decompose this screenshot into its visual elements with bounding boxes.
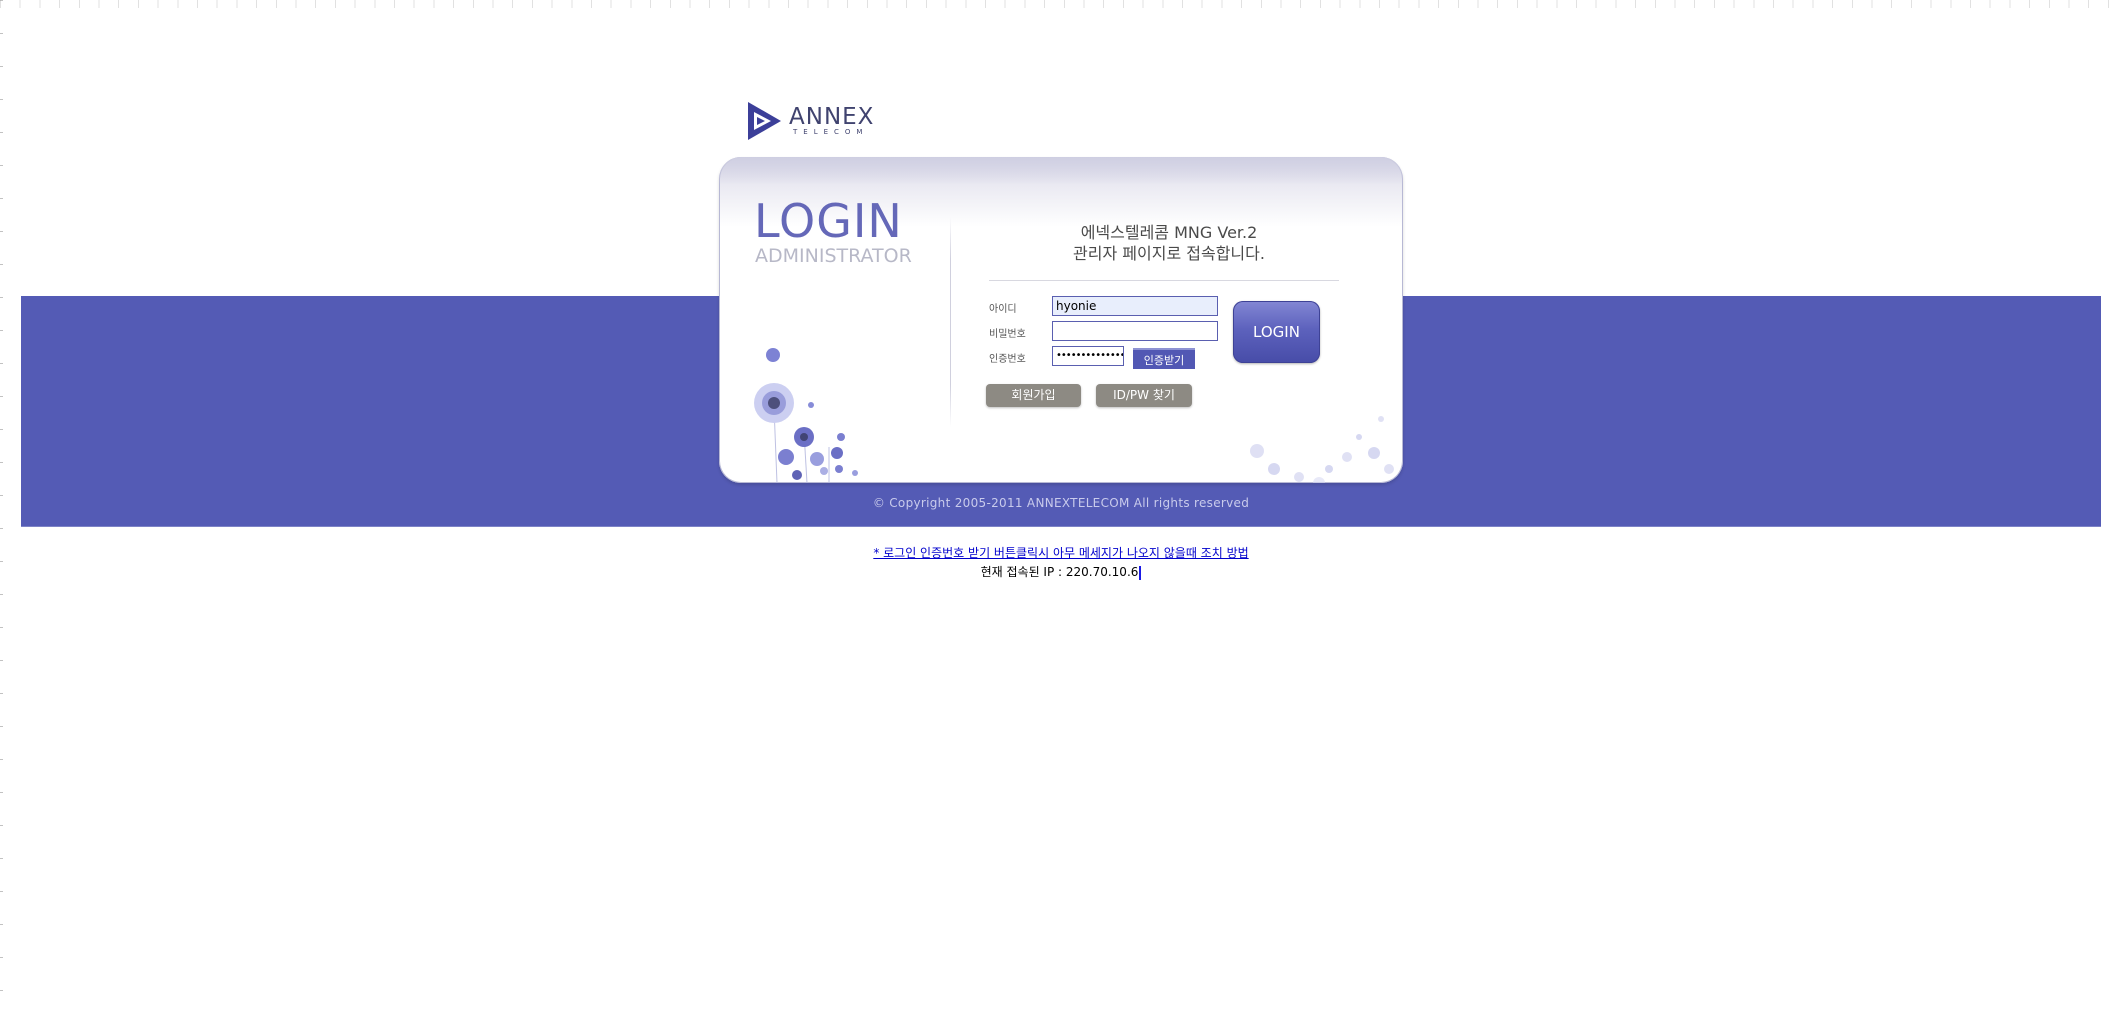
brand-name: ANNEX: [789, 103, 875, 130]
brand-sub: TELECOM: [793, 127, 869, 136]
ip-text: 현재 접속된 IP : 220.70.10.6: [980, 565, 1139, 579]
login-title: LOGIN: [754, 194, 903, 248]
annex-logo-icon: [748, 102, 781, 140]
admin-subtitle: ADMINISTRATOR: [755, 245, 912, 267]
brand-logo: ANNEX TELECOM: [745, 100, 885, 142]
find-id-pw-button[interactable]: ID/PW 찾기: [1096, 384, 1192, 407]
heading-line-2: 관리자 페이지로 접속합니다.: [1073, 244, 1265, 263]
horizontal-divider: [989, 280, 1339, 281]
ruler-left: [0, 0, 3, 1010]
signup-button[interactable]: 회원가입: [986, 384, 1081, 407]
ip-info: 현재 접속된 IP : 220.70.10.6: [720, 563, 1402, 580]
auth-code-label: 인증번호: [989, 354, 1026, 365]
request-auth-button[interactable]: 인증받기: [1133, 348, 1195, 369]
panel-shine: [719, 157, 1403, 185]
heading-line-1: 에넥스텔레콤 MNG Ver.2: [1080, 223, 1258, 242]
id-label: 아이디: [989, 304, 1017, 315]
login-panel: LOGIN ADMINISTRATOR 에넥스텔레콤 MNG Ver.2 관리자…: [719, 157, 1403, 483]
id-input[interactable]: hyonie: [1052, 296, 1218, 316]
vertical-divider: [950, 217, 951, 427]
text-caret: [1139, 565, 1142, 580]
login-button[interactable]: LOGIN: [1233, 301, 1320, 363]
copyright-text: © Copyright 2005-2011 ANNEXTELECOM All r…: [872, 496, 1250, 510]
password-input[interactable]: [1052, 321, 1218, 341]
auth-code-input[interactable]: ••••••••••••••: [1052, 346, 1124, 366]
panel-heading: 에넥스텔레콤 MNG Ver.2 관리자 페이지로 접속합니다.: [994, 222, 1344, 264]
password-label: 비밀번호: [989, 329, 1026, 340]
ruler-top: [0, 0, 2114, 8]
help-link[interactable]: * 로그인 인증번호 받기 버튼클릭시 아무 메세지가 나오지 않을때 조치 방…: [720, 544, 1402, 561]
